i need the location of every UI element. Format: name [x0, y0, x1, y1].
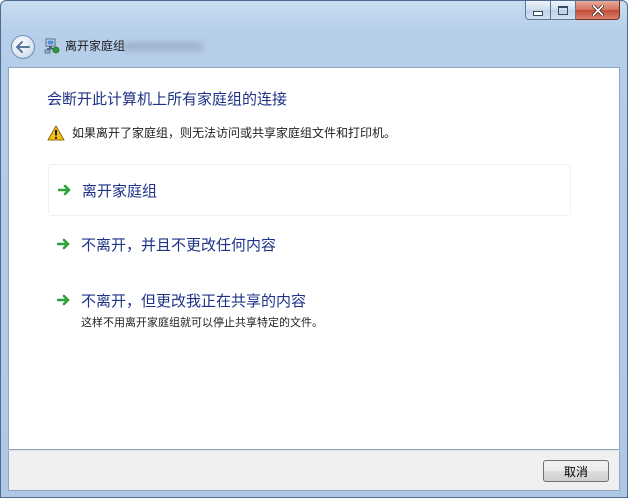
homegroup-icon [44, 38, 60, 54]
caption-buttons [525, 1, 620, 21]
cancel-button[interactable]: 取消 [543, 460, 609, 482]
back-arrow-icon [16, 41, 30, 53]
content-pane: 会断开此计算机上所有家庭组的连接 如果离开了家庭组，则无法访问或共享家庭组文件和… [8, 67, 620, 450]
minimize-button[interactable] [525, 1, 551, 20]
warning-text: 如果离开了家庭组，则无法访问或共享家庭组文件和打印机。 [72, 126, 397, 140]
green-arrow-icon [58, 184, 71, 196]
maximize-icon [558, 5, 568, 15]
green-arrow-icon [57, 238, 70, 250]
close-button[interactable] [576, 1, 620, 20]
option-leave-homegroup[interactable]: 离开家庭组 [48, 164, 571, 216]
option-text: 不离开，但更改我正在共享的内容 这样不用离开家庭组就可以停止共享特定的文件。 [81, 290, 323, 330]
option-dont-leave[interactable]: 不离开，并且不更改任何内容 [48, 234, 571, 255]
warning-row: 如果离开了家庭组，则无法访问或共享家庭组文件和打印机。 [47, 124, 396, 141]
dialog-window: 离开家庭组 会断开此计算机上所有家庭组的连接 如果离开了家庭组，则无法访问或共享… [0, 0, 628, 498]
option-change-sharing[interactable]: 不离开，但更改我正在共享的内容 这样不用离开家庭组就可以停止共享特定的文件。 [48, 290, 571, 330]
option-subtitle: 这样不用离开家庭组就可以停止共享特定的文件。 [81, 316, 323, 329]
blurred-breadcrumb [123, 42, 203, 51]
page-heading: 会断开此计算机上所有家庭组的连接 [47, 90, 288, 108]
close-icon [591, 4, 604, 16]
option-title: 不离开，但更改我正在共享的内容 [81, 292, 307, 310]
warning-icon [47, 125, 65, 140]
green-arrow-icon [57, 294, 70, 306]
window-title: 离开家庭组 [65, 39, 126, 53]
footer-bar: 取消 [8, 450, 620, 491]
maximize-button[interactable] [551, 1, 576, 20]
option-title: 离开家庭组 [82, 181, 158, 200]
minimize-icon [533, 10, 543, 16]
option-title: 不离开，并且不更改任何内容 [81, 236, 277, 254]
back-button[interactable] [11, 35, 35, 59]
